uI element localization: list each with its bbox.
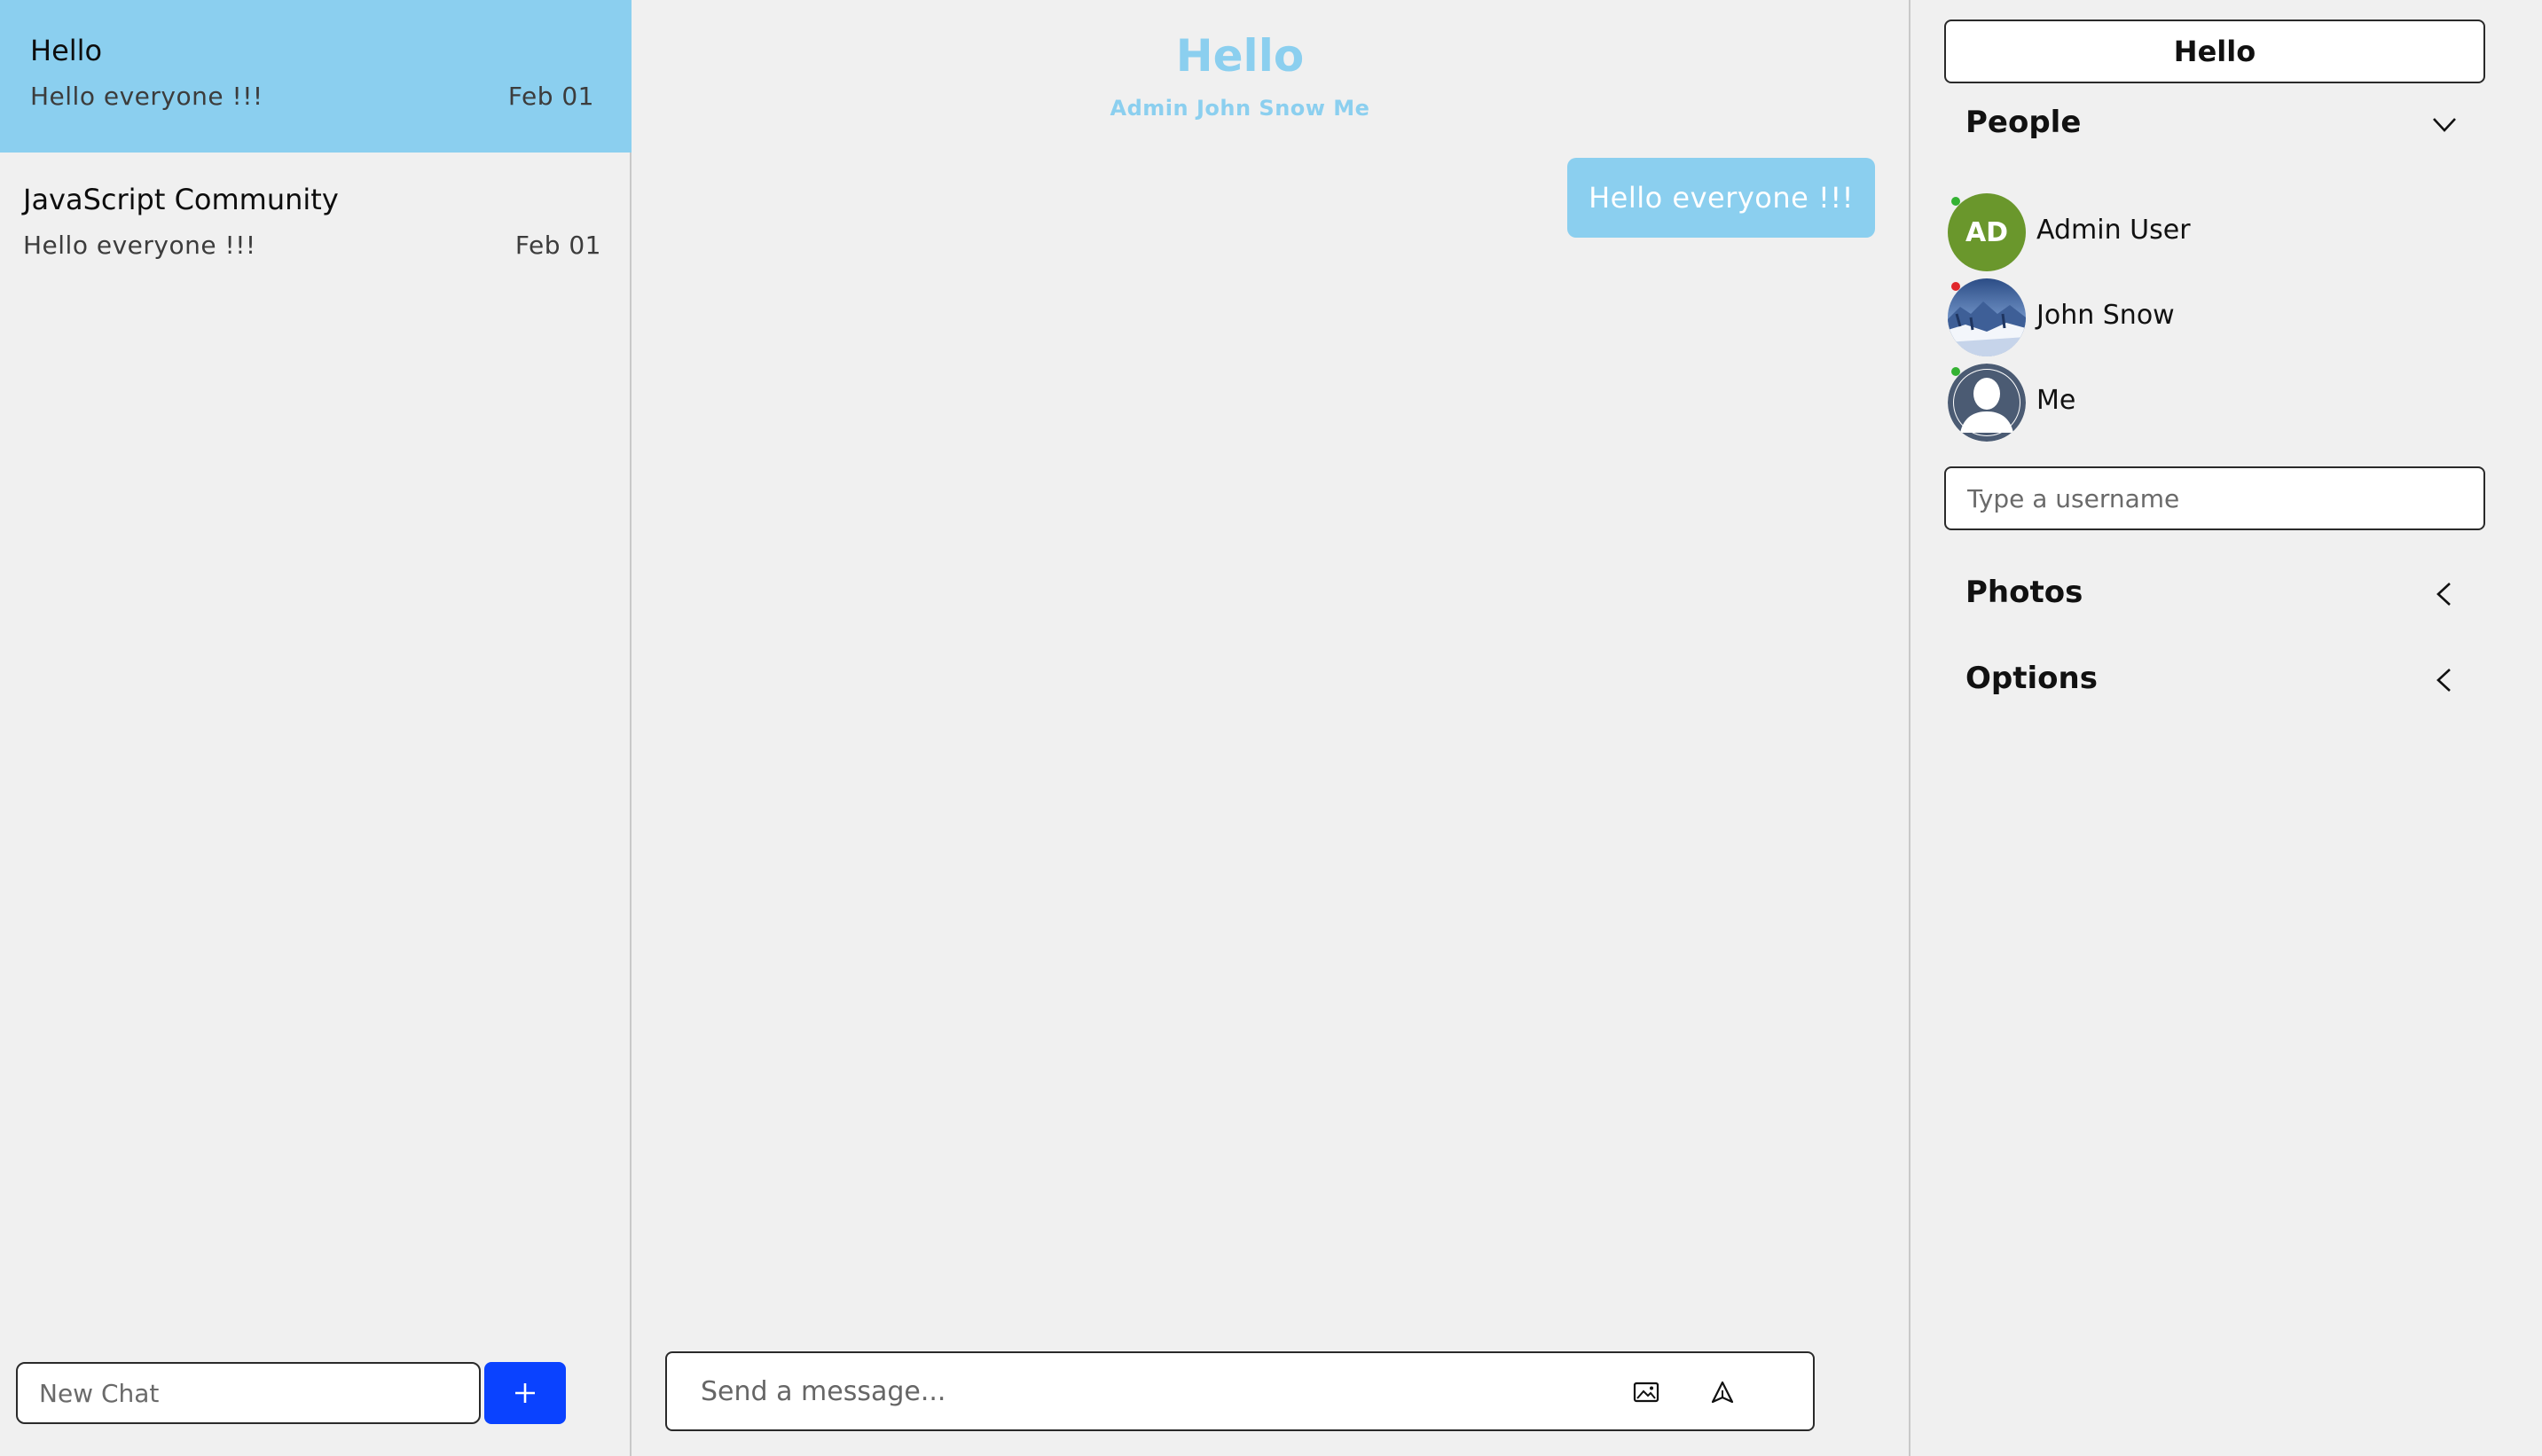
offline-status-dot <box>1951 282 1960 291</box>
person-name: Me <box>2036 385 2076 416</box>
online-status-dot <box>1951 367 1960 376</box>
plus-icon <box>515 1383 535 1403</box>
chevron-down-icon <box>2433 118 2456 132</box>
chat-card-date: Feb 01 <box>507 82 594 111</box>
chat-members-subtitle: Admin John Snow Me <box>1110 96 1370 121</box>
avatar: AD <box>1948 193 2026 271</box>
photos-label: Photos <box>1965 575 2083 610</box>
new-chat-input[interactable] <box>16 1362 481 1424</box>
avatar <box>1948 364 2026 442</box>
chat-card-title: JavaScript Community <box>23 183 339 216</box>
person-admin-user[interactable]: AD Admin User <box>1948 193 2480 273</box>
chat-title: Hello <box>1175 30 1305 82</box>
people-label: People <box>1965 105 2082 140</box>
online-status-dot <box>1951 197 1960 206</box>
person-me[interactable]: Me <box>1948 364 2480 443</box>
person-name: Admin User <box>2036 215 2191 246</box>
chat-list-panel: Hello Hello everyone !!! Feb 01 JavaScri… <box>0 0 632 1456</box>
chat-card-hello[interactable]: Hello Hello everyone !!! Feb 01 <box>0 0 632 153</box>
chevron-left-icon <box>2436 583 2451 606</box>
person-john-snow[interactable]: John Snow <box>1948 278 2480 358</box>
options-section-header[interactable]: Options <box>1965 654 2462 707</box>
chat-feed: Hello Admin John Snow Me Hello everyone … <box>633 0 1910 1456</box>
message-composer <box>665 1351 1815 1431</box>
chat-card-preview: Hello everyone !!! <box>30 82 263 111</box>
chat-app: Hello Hello everyone !!! Feb 01 JavaScri… <box>0 0 2542 1456</box>
chat-card-javascript-community[interactable]: JavaScript Community Hello everyone !!! … <box>0 149 632 301</box>
people-section-header[interactable]: People <box>1965 98 2462 151</box>
photos-section-header[interactable]: Photos <box>1965 568 2462 621</box>
add-username-input[interactable] <box>1944 466 2485 530</box>
new-chat-button[interactable] <box>484 1362 566 1424</box>
message-input[interactable] <box>667 1353 1607 1429</box>
chat-card-date: Feb 01 <box>514 231 601 260</box>
chevron-left-icon <box>2436 669 2451 692</box>
image-icon[interactable] <box>1627 1373 1666 1412</box>
chat-title-field[interactable]: Hello <box>1944 20 2485 83</box>
options-label: Options <box>1965 661 2098 696</box>
chat-settings-panel: Hello People AD Admin User John Snow Me … <box>1912 0 2542 1456</box>
message-bubble-mine: Hello everyone !!! <box>1567 158 1875 238</box>
send-icon[interactable] <box>1703 1373 1742 1412</box>
chat-card-preview: Hello everyone !!! <box>23 231 256 260</box>
chat-card-title: Hello <box>30 34 103 67</box>
person-name: John Snow <box>2036 300 2175 331</box>
avatar <box>1948 278 2026 356</box>
